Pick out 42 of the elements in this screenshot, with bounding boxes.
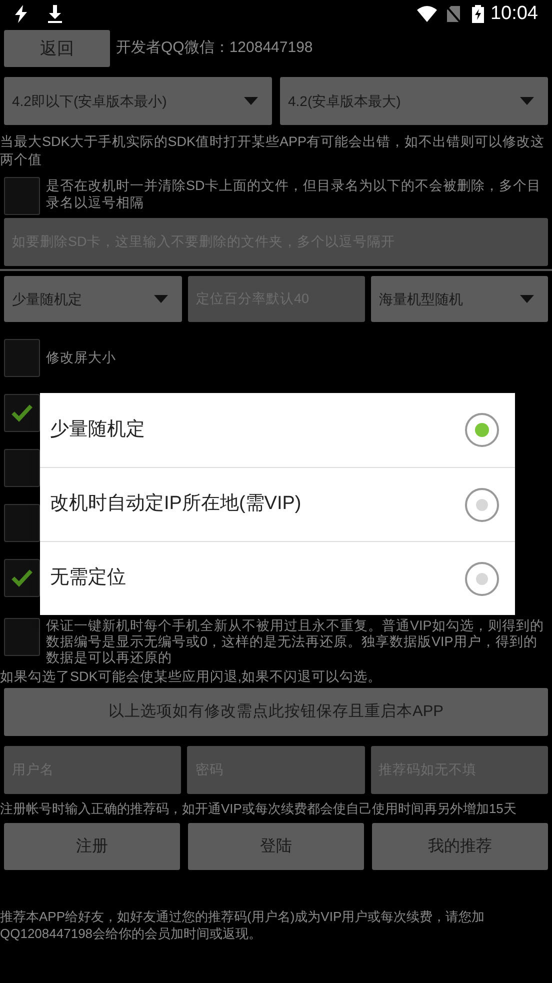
dropdown[interactable]: 海量机型随机 — [371, 276, 548, 322]
checkbox[interactable] — [4, 559, 40, 597]
checkbox[interactable] — [4, 394, 40, 432]
button[interactable]: 我的推荐 — [372, 823, 548, 870]
check-icon — [11, 569, 33, 587]
checkbox[interactable] — [4, 504, 40, 542]
checkbox-label: 是否在改机时一并清除SD卡上面的文件，但目录名为以下的不会被删除，多个目录名以逗号相隔 — [46, 177, 542, 212]
dropdown[interactable]: 4.2即以下(安卓版本最小) — [4, 77, 272, 125]
crash-note: 如果勾选了SDK可能会使某些应用闪退,如果不闪退可以勾选。 — [0, 668, 383, 686]
check-icon — [11, 404, 33, 422]
radio-button[interactable] — [465, 413, 499, 447]
caret-icon — [154, 295, 168, 303]
checkbox[interactable] — [4, 449, 40, 487]
dialog-option[interactable]: 无需定位 — [40, 541, 515, 615]
download-icon — [48, 5, 62, 23]
battery-charging-icon — [472, 5, 484, 23]
checkbox-label: 保证一键新机时每个手机全新从不被用过且永不重复。普通VIP如勾选，则得到的数据编号是显示无编号或0，这样的是无法再还原。独享数据版VIP用户，得到的数据是可以再还原的 — [46, 618, 545, 666]
caret-icon — [520, 97, 534, 105]
checkbox[interactable] — [4, 177, 40, 215]
referral-note: 注册帐号时输入正确的推荐码，如开通VIP或每次续费都会使自己使用时间再另外增加15天 — [0, 800, 518, 818]
button[interactable]: 登陆 — [188, 823, 364, 870]
dropdown[interactable]: 少量随机定 — [4, 276, 182, 322]
radio-button[interactable] — [465, 562, 499, 596]
button[interactable]: 注册 — [4, 823, 180, 870]
clock-time: 10:04 — [490, 2, 538, 26]
caret-icon — [244, 97, 258, 105]
save-button[interactable]: 以上选项如有修改需点此按钮保存且重启本APP — [4, 688, 548, 736]
checkbox[interactable] — [4, 339, 40, 377]
footer-note: 推荐本APP给好友，如好友通过您的推荐码(用户名)成为VIP用户或每次续费，请您加QQ1208447198会给你的会员加时间或返现。 — [0, 908, 486, 942]
no-sim-icon — [447, 6, 460, 22]
developer-contact-text: 开发者QQ微信：1208447198 — [116, 38, 313, 58]
dialog-option[interactable]: 少量随机定 — [40, 393, 515, 467]
wifi-icon — [417, 6, 438, 22]
dropdown[interactable]: 4.2(安卓版本最大) — [280, 77, 548, 125]
back-button[interactable]: 返回 — [4, 30, 110, 67]
checkbox-label: 修改屏大小 — [46, 349, 116, 367]
sdk-note: 当最大SDK大于手机实际的SDK值时打开某些APP有可能会出错，如不出错则可以修改这两个值 — [0, 133, 546, 169]
dialog-option[interactable]: 改机时自动定IP所在地(需VIP) — [40, 467, 515, 541]
flash-icon — [14, 5, 28, 23]
radio-button[interactable] — [465, 488, 499, 522]
caret-icon — [520, 295, 534, 303]
checkbox[interactable] — [4, 618, 40, 656]
